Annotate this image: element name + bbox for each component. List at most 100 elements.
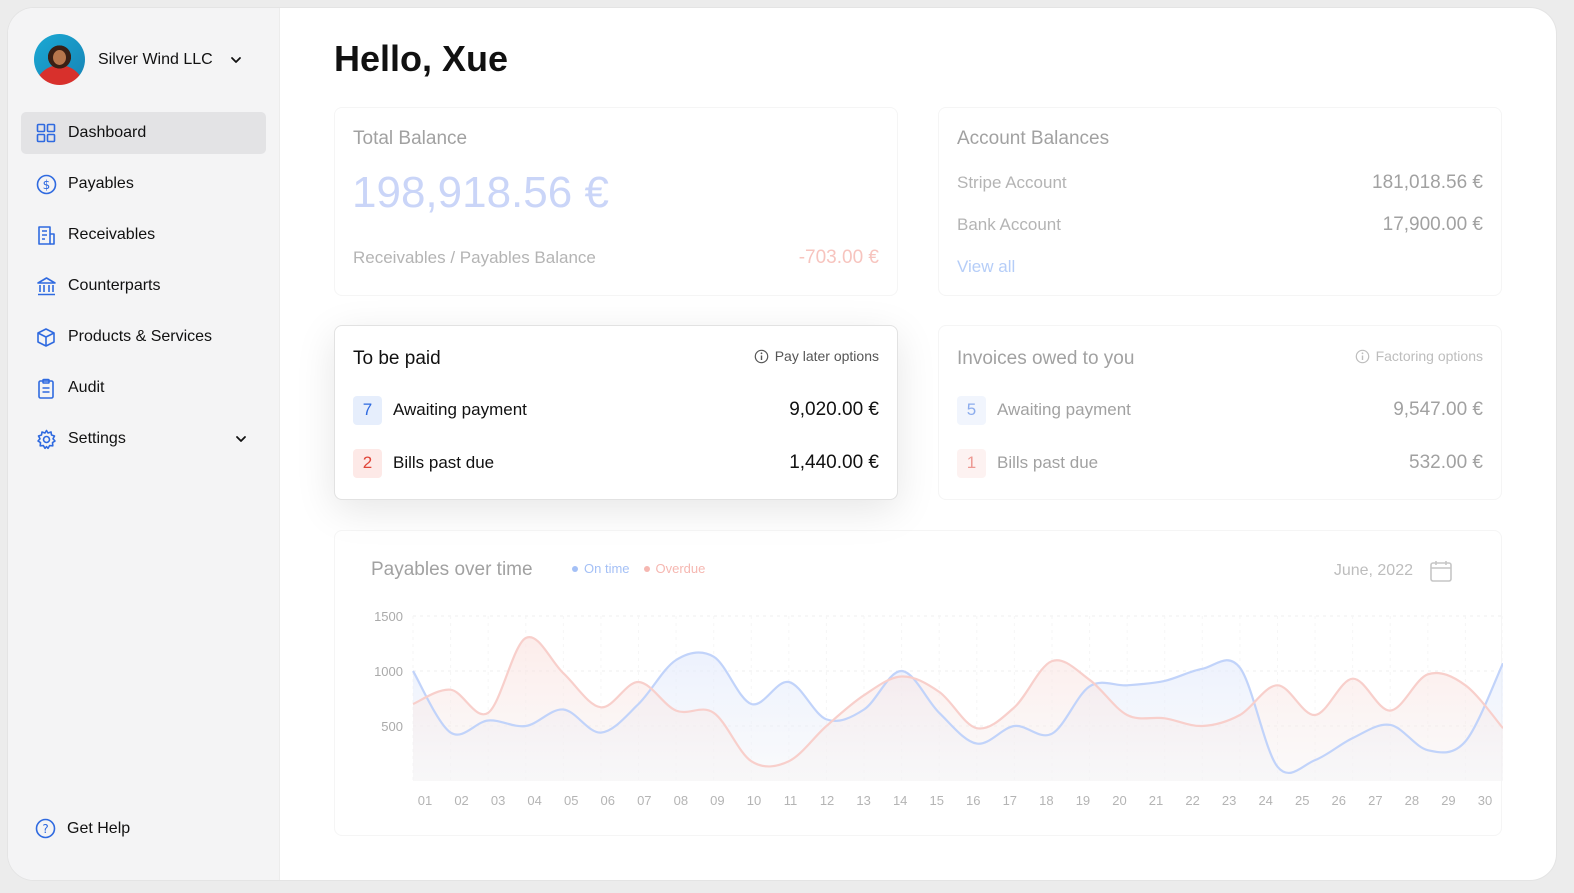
row-label: Awaiting payment xyxy=(393,400,527,419)
y-tick-label: 1500 xyxy=(374,609,403,624)
chart-legend: On time Overdue xyxy=(572,561,719,576)
x-tick-label: 23 xyxy=(1222,793,1236,808)
get-help-link[interactable]: ? Get Help xyxy=(35,818,130,839)
row-value: 1,440.00 € xyxy=(789,452,879,473)
factoring-options-label: Factoring options xyxy=(1375,348,1483,364)
legend-label: On time xyxy=(584,561,630,576)
x-tick-label: 21 xyxy=(1149,793,1163,808)
dollar-circle-icon: $ xyxy=(35,173,57,195)
account-label: Bank Account xyxy=(957,215,1061,234)
account-balances-card: Account Balances Stripe Account 181,018.… xyxy=(938,107,1502,296)
sidebar-item-label: Audit xyxy=(68,379,105,396)
receipt-icon xyxy=(35,224,57,246)
org-switcher[interactable]: Silver Wind LLC xyxy=(34,34,243,85)
bills-past-due-row[interactable]: 2 Bills past due 1,440.00 € xyxy=(353,448,879,478)
date-label: June, 2022 xyxy=(1333,562,1413,579)
x-tick-label: 18 xyxy=(1039,793,1053,808)
x-tick-label: 11 xyxy=(784,793,798,808)
svg-text:$: $ xyxy=(42,178,50,192)
payables-chart-card: 500 1000 1500 01 02 03 04 05 06 07 08 09 10 11 12 13 14 1… xyxy=(334,530,1503,836)
x-tick-label: 25 xyxy=(1295,793,1309,808)
x-tick-label: 08 xyxy=(674,793,688,808)
pay-later-options-link[interactable]: Pay later options xyxy=(754,348,879,364)
app-window: Silver Wind LLC Dashboard $ Payables Rec… xyxy=(8,8,1556,880)
y-tick-label: 1000 xyxy=(374,664,403,679)
balance-sub-label: Receivables / Payables Balance xyxy=(353,248,596,267)
to-be-paid-card: To be paid Pay later options 7 Awaiting … xyxy=(334,325,898,500)
account-value: 17,900.00 € xyxy=(1382,214,1483,235)
legend-dot xyxy=(572,565,578,572)
sidebar-item-counterparts[interactable]: Counterparts xyxy=(21,265,266,307)
gear-icon xyxy=(35,428,57,450)
page-title: Hello, Xue xyxy=(334,38,509,79)
x-tick-label: 15 xyxy=(929,793,943,808)
x-tick-label: 03 xyxy=(491,793,505,808)
sidebar-item-payables[interactable]: $ Payables xyxy=(21,163,266,205)
x-tick-label: 07 xyxy=(637,793,651,808)
x-tick-label: 09 xyxy=(710,793,724,808)
info-icon xyxy=(1355,349,1369,363)
x-tick-label: 27 xyxy=(1368,793,1382,808)
view-all-link[interactable]: View all xyxy=(957,257,1015,277)
factoring-options-link[interactable]: Factoring options xyxy=(1355,348,1483,364)
sidebar-item-label: Payables xyxy=(68,175,134,192)
legend-label: Overdue xyxy=(655,561,706,576)
bills-past-due-row[interactable]: 1 Bills past due 532.00 € xyxy=(957,448,1483,478)
box-icon xyxy=(35,326,57,348)
sidebar-item-audit[interactable]: Audit xyxy=(21,367,266,409)
total-balance-amount: 198,918.56 € xyxy=(352,168,609,217)
card-title: Invoices owed to you xyxy=(957,348,1135,369)
date-picker[interactable]: June, 2022 xyxy=(1334,559,1453,583)
card-title: Total Balance xyxy=(353,128,468,149)
x-tick-label: 17 xyxy=(1003,793,1017,808)
x-tick-label: 20 xyxy=(1112,793,1126,808)
awaiting-payment-row[interactable]: 7 Awaiting payment 9,020.00 € xyxy=(353,395,879,425)
legend-item-overdue[interactable]: Overdue xyxy=(643,561,706,576)
card-title: To be paid xyxy=(353,348,441,369)
sidebar-item-settings[interactable]: Settings xyxy=(21,418,266,460)
sidebar-item-dashboard[interactable]: Dashboard xyxy=(21,112,266,154)
x-tick-label: 12 xyxy=(820,793,834,808)
x-tick-label: 29 xyxy=(1441,793,1455,808)
bank-icon xyxy=(35,275,57,297)
pay-later-options-label: Pay later options xyxy=(774,348,879,364)
x-tick-label: 02 xyxy=(454,793,468,808)
card-title: Account Balances xyxy=(957,128,1110,149)
count-badge: 5 xyxy=(957,395,986,425)
sidebar-item-label: Dashboard xyxy=(68,124,147,141)
sidebar-item-label: Counterparts xyxy=(68,277,161,294)
avatar xyxy=(34,34,85,85)
get-help-label: Get Help xyxy=(67,819,131,837)
x-tick-label: 06 xyxy=(601,793,615,808)
calendar-icon xyxy=(1430,561,1452,582)
count-badge: 1 xyxy=(957,448,986,478)
legend-item-on-time[interactable]: On time xyxy=(572,561,630,576)
x-tick-label: 26 xyxy=(1332,793,1346,808)
balance-sub-value: -703.00 € xyxy=(798,247,879,268)
x-tick-label: 19 xyxy=(1076,793,1090,808)
x-tick-label: 22 xyxy=(1185,793,1199,808)
account-label: Stripe Account xyxy=(957,173,1067,192)
row-value: 532.00 € xyxy=(1409,452,1483,473)
invoices-owed-card: Invoices owed to you Factoring options 5… xyxy=(938,325,1502,500)
sidebar-nav: Dashboard $ Payables Receivables Counter… xyxy=(21,112,266,469)
row-value: 9,020.00 € xyxy=(789,399,879,420)
grid-icon xyxy=(35,122,57,144)
x-tick-label: 28 xyxy=(1405,793,1419,808)
row-label: Awaiting payment xyxy=(997,400,1131,419)
row-label: Bills past due xyxy=(997,453,1099,472)
awaiting-payment-row[interactable]: 5 Awaiting payment 9,547.00 € xyxy=(957,395,1483,425)
chevron-down-icon[interactable] xyxy=(234,432,248,446)
x-tick-label: 01 xyxy=(418,793,432,808)
account-value: 181,018.56 € xyxy=(1372,172,1483,193)
y-tick-label: 500 xyxy=(381,719,403,734)
chevron-down-icon xyxy=(230,56,241,63)
row-value: 9,547.00 € xyxy=(1393,399,1483,420)
sidebar-item-products-services[interactable]: Products & Services xyxy=(21,316,266,358)
x-tick-label: 04 xyxy=(527,793,541,808)
row-label: Bills past due xyxy=(393,453,495,472)
sidebar-item-receivables[interactable]: Receivables xyxy=(21,214,266,256)
x-tick-label: 13 xyxy=(856,793,870,808)
info-icon xyxy=(754,349,769,363)
series-area-overdue xyxy=(413,637,1503,781)
